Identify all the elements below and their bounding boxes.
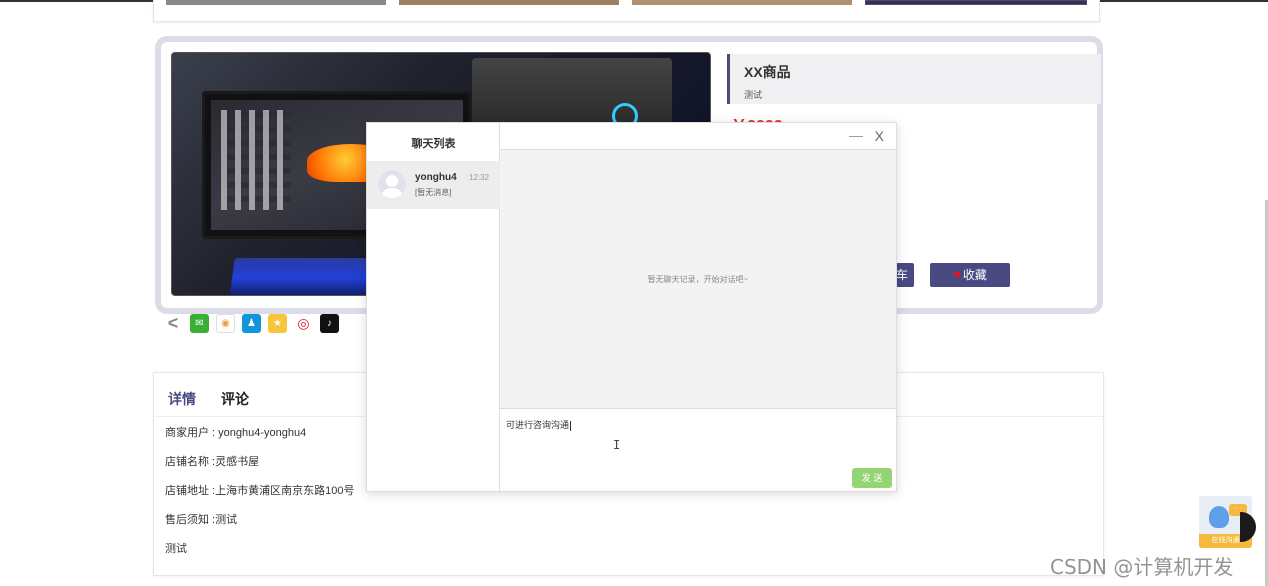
chat-window: 聊天列表 yonghu4 12:32 [暂无消息] — X 暂无聊天记录，开始对… (366, 122, 897, 492)
share-icon[interactable]: < (163, 313, 183, 333)
customer-service-icon (1209, 506, 1229, 528)
widget-handle[interactable] (1240, 512, 1256, 542)
weibo-icon[interactable]: ◎ (294, 313, 313, 333)
product-subtitle: 测试 (744, 90, 763, 100)
thumbnail-1[interactable] (166, 0, 386, 5)
douyin-icon[interactable]: ♪ (320, 313, 339, 333)
product-title: XX商品 (744, 64, 791, 80)
chat-list-title: 聊天列表 (411, 138, 456, 150)
thumbnail-strip (153, 0, 1100, 22)
contact-name: yonghu4 (415, 172, 457, 183)
chat-header: — X (500, 123, 896, 150)
moments-icon[interactable]: ◉ (216, 313, 235, 333)
tab-details[interactable]: 详情 (168, 389, 196, 409)
chat-main: — X 暂无聊天记录，开始对话吧~ 可进行咨询沟通 I 发 送 (500, 123, 896, 491)
contact-time: 12:32 (469, 173, 490, 182)
chat-list: 聊天列表 yonghu4 12:32 [暂无消息] (367, 123, 500, 491)
watermark: CSDN @计算机开发 (1050, 555, 1234, 579)
text-cursor-icon: I (613, 438, 621, 452)
favorite-button[interactable]: ♥ 收藏 (930, 263, 1010, 287)
qzone-icon[interactable]: ★ (268, 313, 287, 333)
merchant-user: 商家用户 : yonghu4-yonghu4 (165, 427, 307, 439)
detail-content: 测试 (165, 543, 187, 555)
chat-input-value: 可进行咨询沟通 (506, 420, 570, 430)
text-caret (570, 420, 572, 431)
desktop-icons (221, 110, 291, 210)
after-sale-notice: 售后须知 :测试 (165, 514, 238, 526)
wechat-icon[interactable]: ✉ (190, 313, 209, 333)
qq-icon[interactable]: ♟ (242, 313, 261, 333)
thumbnail-4[interactable] (865, 0, 1087, 5)
thumbnail-3[interactable] (632, 0, 852, 5)
close-button[interactable]: X (875, 128, 884, 144)
share-bar: < ✉ ◉ ♟ ★ ◎ ♪ (163, 313, 339, 333)
shop-address: 店铺地址 :上海市黄浦区南京东路100号 (165, 485, 355, 497)
tab-comments[interactable]: 评论 (221, 389, 249, 409)
shop-name: 店铺名称 :灵感书屋 (165, 456, 260, 468)
avatar (378, 170, 406, 198)
thumbnail-2[interactable] (399, 0, 619, 5)
chat-input-area[interactable]: 可进行咨询沟通 I 发 送 (500, 408, 896, 491)
chat-contact[interactable]: yonghu4 12:32 [暂无消息] (367, 161, 500, 209)
contact-last-message: [暂无消息] (415, 188, 452, 197)
product-info: XX商品 测试 (727, 54, 1101, 104)
chat-messages: 暂无聊天记录，开始对话吧~ (500, 150, 896, 408)
page: XX商品 测试 ￥2222 车 ♥收藏 < ✉ ◉ ♟ ★ ◎ ♪ 详情 评论 … (0, 0, 1268, 586)
empty-chat-text: 暂无聊天记录，开始对话吧~ (647, 275, 749, 284)
send-button[interactable]: 发 送 (852, 468, 892, 488)
minimize-button[interactable]: — (849, 127, 863, 143)
favorite-label: 收藏 (962, 268, 987, 282)
heart-icon: ♥ (953, 267, 961, 282)
chat-input[interactable]: 可进行咨询沟通 (506, 418, 572, 431)
